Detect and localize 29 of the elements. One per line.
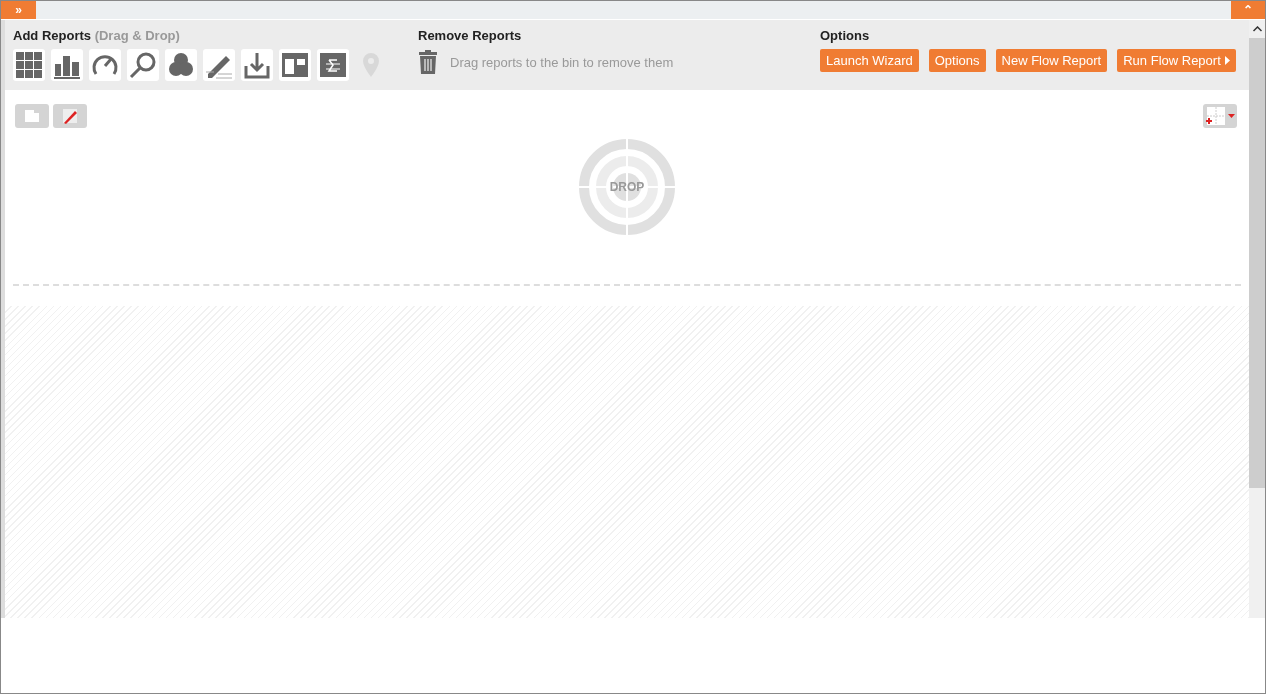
option-button[interactable]: Run Flow Report xyxy=(1117,49,1236,72)
scroll-up-icon[interactable] xyxy=(1252,26,1262,32)
sigma-report-icon[interactable] xyxy=(317,49,349,81)
caret-icon xyxy=(1224,56,1230,65)
option-button[interactable]: Launch Wizard xyxy=(820,49,919,72)
edit-button[interactable] xyxy=(53,104,87,128)
drop-target[interactable]: DROP xyxy=(578,138,676,236)
pencil-icon xyxy=(61,107,79,125)
collapse-button[interactable]: ⌃ xyxy=(1231,1,1265,19)
download-report-icon[interactable] xyxy=(241,49,273,81)
options-heading: Options xyxy=(820,28,871,43)
trash-icon[interactable] xyxy=(418,49,438,75)
add-grid-button[interactable] xyxy=(1203,104,1237,128)
grid-add-icon xyxy=(1204,105,1236,127)
pencil-report-icon[interactable] xyxy=(203,49,235,81)
option-button[interactable]: New Flow Report xyxy=(995,49,1108,72)
remove-hint: Drag reports to the bin to remove them xyxy=(450,54,674,70)
scrollbar[interactable] xyxy=(1249,20,1265,618)
search-report-icon[interactable] xyxy=(127,49,159,81)
drop-label: DROP xyxy=(609,180,645,194)
layout-report-icon[interactable] xyxy=(279,49,311,81)
remove-reports-heading: Remove Reports xyxy=(418,28,523,43)
table-report-icon[interactable] xyxy=(13,49,45,81)
expand-button[interactable]: » xyxy=(1,1,36,19)
venn-report-icon[interactable] xyxy=(165,49,197,81)
option-button[interactable]: Options xyxy=(928,49,986,72)
gauge-report-icon[interactable] xyxy=(89,49,121,81)
add-reports-heading: Add Reports (Drag & Drop) xyxy=(13,28,181,43)
bar-report-icon[interactable] xyxy=(51,49,83,81)
